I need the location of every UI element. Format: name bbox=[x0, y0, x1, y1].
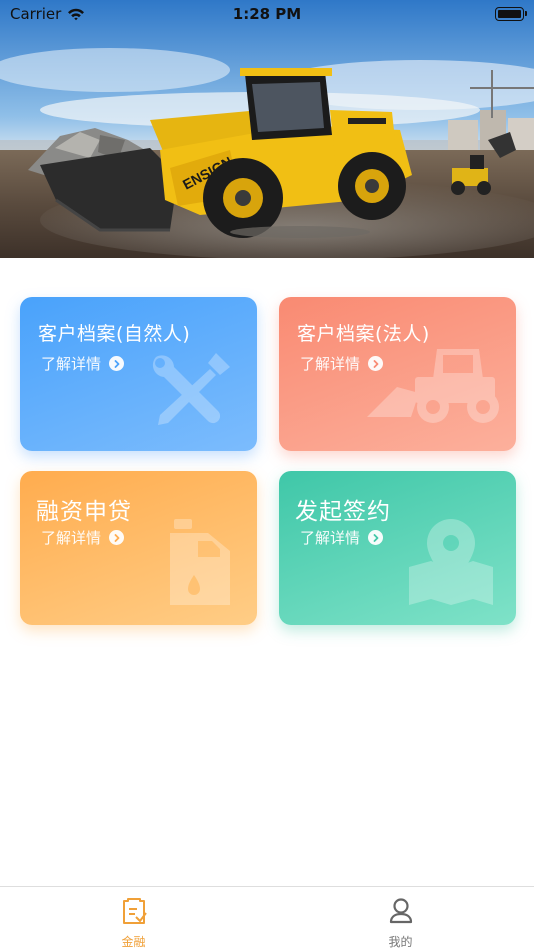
map-pin-icon bbox=[409, 519, 493, 605]
card-title: 客户档案(自然人) bbox=[38, 323, 191, 345]
status-bar: Carrier 1:28 PM bbox=[0, 0, 534, 28]
card-customer-natural-person[interactable]: 客户档案(自然人) 了解详情 bbox=[20, 297, 257, 451]
learn-more-label: 了解详情 bbox=[300, 529, 361, 547]
battery-icon bbox=[495, 7, 527, 21]
learn-more-link[interactable]: 了解详情 bbox=[300, 527, 384, 548]
tab-label: 金融 bbox=[121, 935, 146, 949]
clock-time: 1:28 PM bbox=[232, 5, 302, 23]
oil-can-icon bbox=[170, 519, 230, 605]
card-title: 客户档案(法人) bbox=[297, 323, 430, 345]
chevron-right-icon bbox=[109, 530, 125, 545]
card-title: 融资申贷 bbox=[36, 499, 132, 525]
learn-more-label: 了解详情 bbox=[41, 529, 102, 547]
chevron-right-icon bbox=[109, 356, 125, 371]
hero-banner: ENSIGN bbox=[0, 0, 534, 258]
learn-more-label: 了解详情 bbox=[300, 355, 361, 373]
profile-icon bbox=[389, 898, 413, 924]
card-financing-loan[interactable]: 融资申贷 了解详情 bbox=[20, 471, 257, 625]
tab-label: 我的 bbox=[388, 935, 413, 949]
tab-finance[interactable]: 金融 bbox=[0, 887, 267, 950]
learn-more-link[interactable]: 了解详情 bbox=[41, 527, 125, 548]
learn-more-link[interactable]: 了解详情 bbox=[41, 353, 125, 374]
bottom-tab-bar: 金融 我的 bbox=[0, 886, 534, 950]
learn-more-label: 了解详情 bbox=[41, 355, 102, 373]
tab-mine[interactable]: 我的 bbox=[267, 887, 534, 950]
chevron-right-icon bbox=[368, 530, 384, 545]
finance-document-icon bbox=[123, 898, 147, 924]
card-customer-legal-person[interactable]: 客户档案(法人) 了解详情 bbox=[279, 297, 516, 451]
card-initiate-contract[interactable]: 发起签约 了解详情 bbox=[279, 471, 516, 625]
card-title: 发起签约 bbox=[295, 499, 391, 525]
wheel-loader-icon bbox=[367, 349, 499, 423]
banner-photo: ENSIGN bbox=[0, 0, 534, 258]
wrench-screwdriver-icon bbox=[152, 353, 230, 425]
